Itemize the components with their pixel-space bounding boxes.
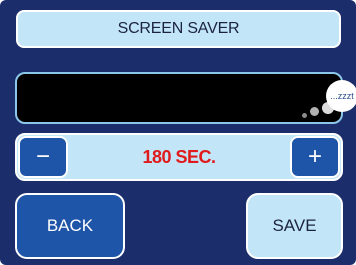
- timeout-value: 180 SEC.: [142, 146, 216, 167]
- page-title: SCREEN SAVER: [16, 10, 341, 48]
- thought-bubble-dot-medium: [310, 107, 319, 116]
- screen-saver-preview: ...zzzt: [15, 72, 356, 124]
- back-button[interactable]: BACK: [15, 193, 125, 259]
- save-button[interactable]: SAVE: [246, 193, 343, 259]
- thought-bubble-dot-small: [302, 113, 307, 118]
- sleep-bubble-icon: ...zzzt: [326, 80, 356, 112]
- increase-timeout-button[interactable]: +: [290, 136, 340, 178]
- decrease-timeout-button[interactable]: −: [18, 136, 68, 178]
- timeout-stepper: − 180 SEC. +: [15, 133, 343, 181]
- screen-saver-panel: SCREEN SAVER ...zzzt − 180 SEC. + BACK S…: [0, 0, 356, 265]
